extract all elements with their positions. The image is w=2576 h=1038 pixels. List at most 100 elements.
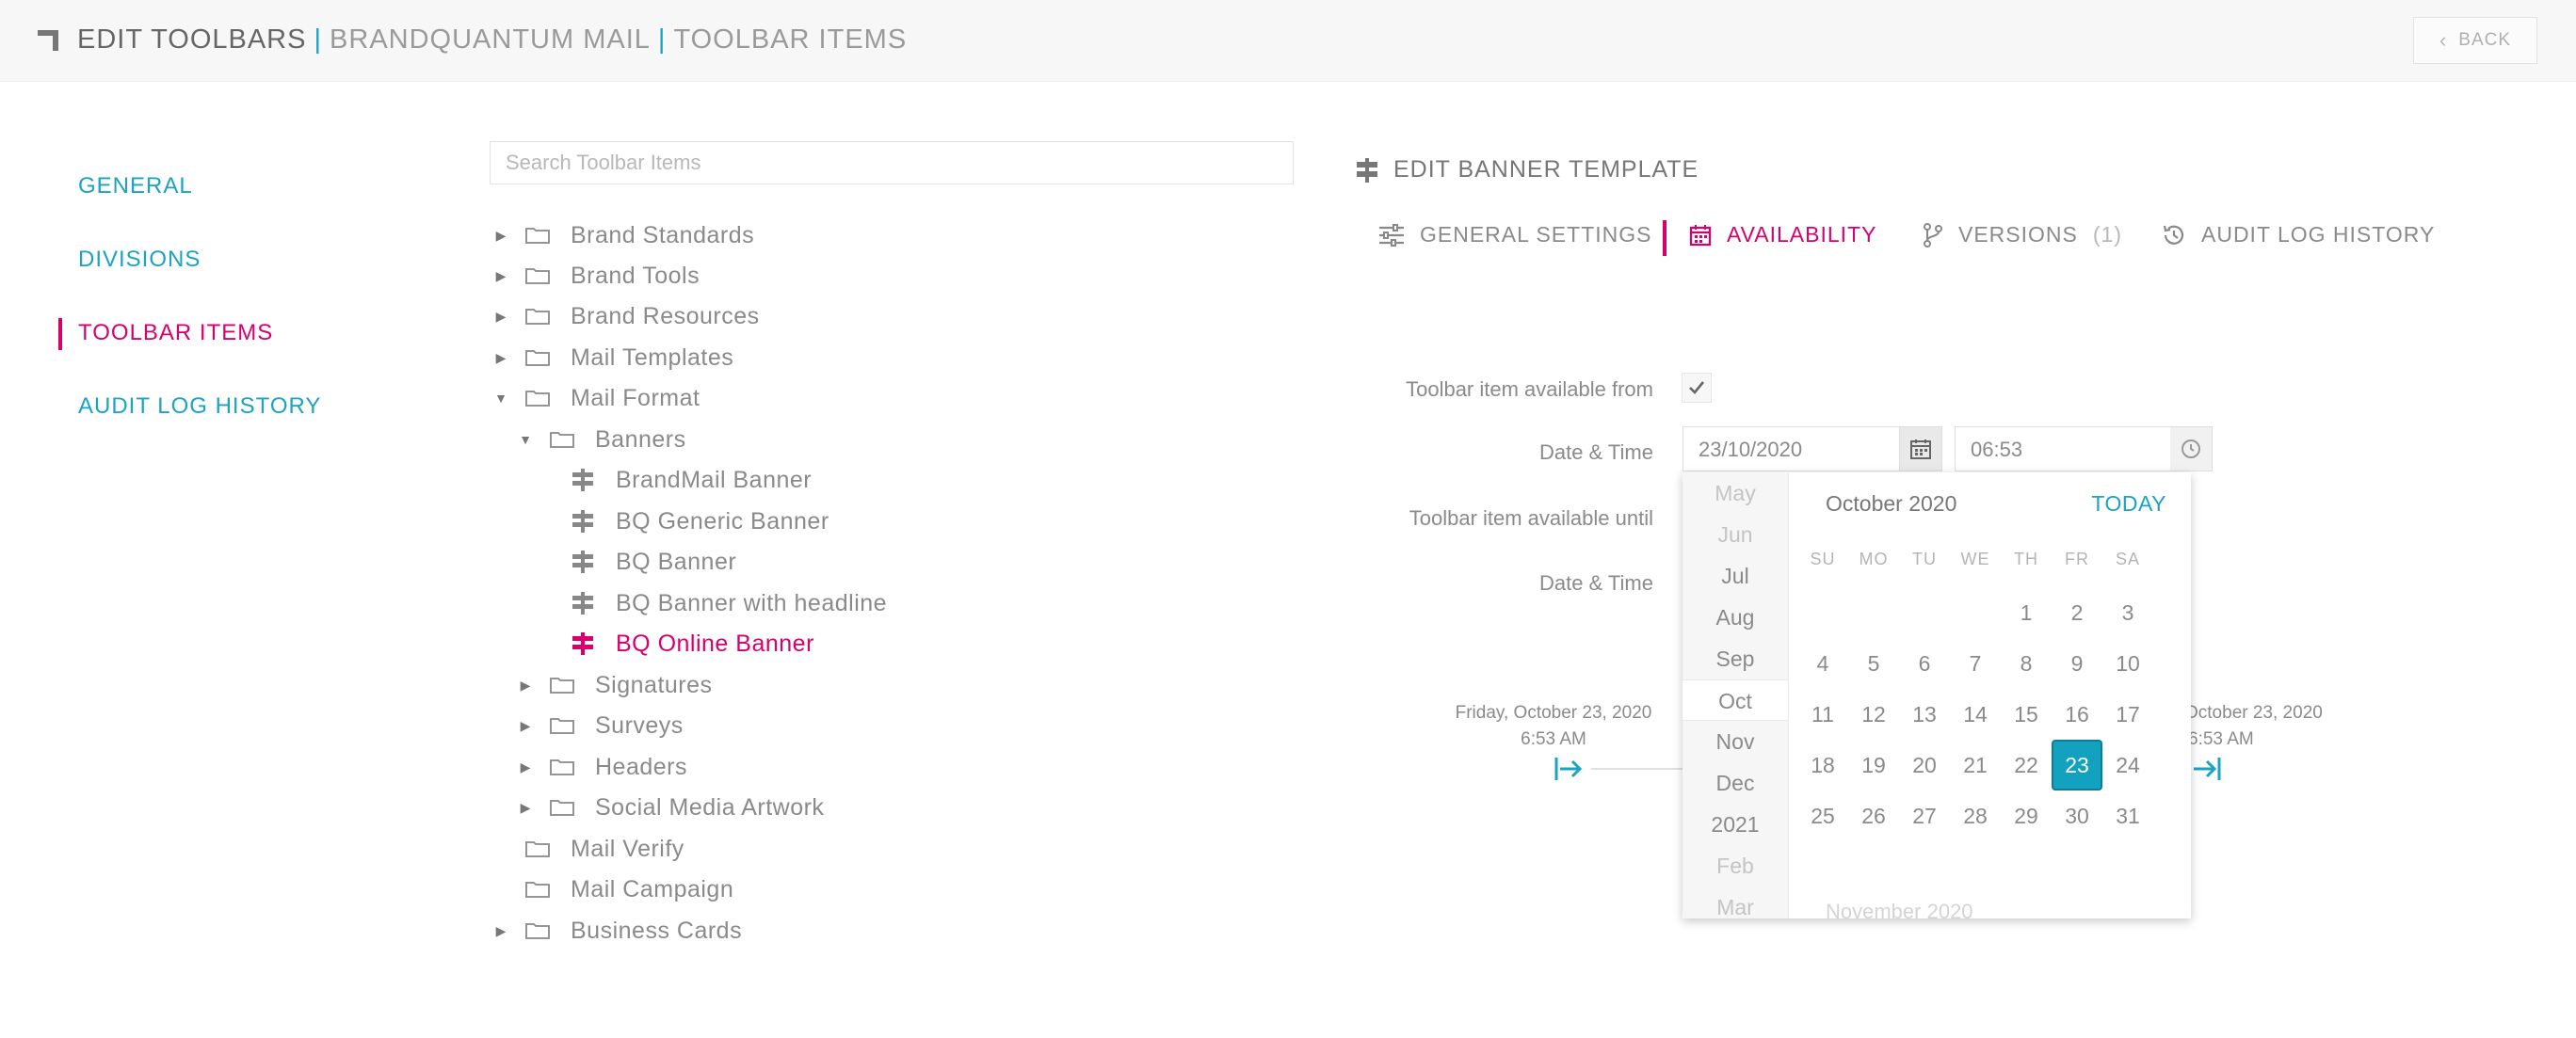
- calendar-day[interactable]: 19: [1848, 740, 1899, 790]
- tree-node[interactable]: ▶ Headers: [514, 748, 687, 786]
- calendar-day[interactable]: 4: [1797, 638, 1848, 689]
- calendar-day[interactable]: 9: [2052, 638, 2102, 689]
- expand-arrow-icon[interactable]: ▶: [490, 923, 512, 939]
- expand-arrow-icon[interactable]: ▶: [514, 800, 537, 816]
- month-option[interactable]: Sep: [1682, 638, 1788, 679]
- tab-general-settings[interactable]: GENERAL SETTINGS: [1378, 222, 1651, 248]
- calendar-day[interactable]: 27: [1899, 790, 1950, 841]
- search-input[interactable]: [490, 141, 1294, 184]
- calendar-day[interactable]: 10: [2102, 638, 2153, 689]
- sidebar-item-general[interactable]: GENERAL: [78, 173, 193, 200]
- tree-node[interactable]: BQ Banner with headline: [571, 584, 887, 622]
- expand-arrow-icon[interactable]: ▶: [490, 228, 512, 244]
- expand-arrow-icon[interactable]: ▶: [514, 718, 537, 734]
- calendar-day[interactable]: 13: [1899, 689, 1950, 740]
- tree-node-label: Brand Standards: [571, 221, 755, 248]
- tree-node[interactable]: ▶ Brand Resources: [490, 297, 760, 335]
- calendar-day[interactable]: 6: [1899, 638, 1950, 689]
- calendar-day[interactable]: 31: [2102, 790, 2153, 841]
- tree-node[interactable]: ▶ Signatures: [514, 666, 713, 704]
- timeline-line: [1591, 768, 1685, 770]
- calendar-day[interactable]: 29: [2001, 790, 2052, 841]
- tab-versions[interactable]: VERSIONS (1): [1923, 222, 2122, 248]
- tree-node[interactable]: ▶ Brand Standards: [490, 216, 754, 254]
- collapse-arrow-icon[interactable]: ▼: [490, 391, 512, 406]
- sidebar-item-divisions[interactable]: DIVISIONS: [78, 247, 201, 273]
- calendar-day[interactable]: 8: [2001, 638, 2052, 689]
- calendar-day[interactable]: 26: [1848, 790, 1899, 841]
- available-from-label: Toolbar item available from: [1406, 377, 1653, 401]
- calendar-day[interactable]: 30: [2052, 790, 2102, 841]
- folder-icon: [525, 391, 550, 407]
- year-option[interactable]: 2021: [1682, 804, 1788, 845]
- calendar-day[interactable]: 5: [1848, 638, 1899, 689]
- timeline-end-time: 6:53 AM: [2188, 729, 2254, 749]
- calendar-day[interactable]: 22: [2001, 740, 2052, 790]
- tree-node[interactable]: BrandMail Banner: [571, 461, 812, 499]
- today-button[interactable]: TODAY: [2091, 491, 2166, 517]
- tree-node[interactable]: Mail Verify: [490, 830, 684, 868]
- tree-node[interactable]: ▶ Brand Tools: [490, 257, 700, 295]
- calendar-day[interactable]: 15: [2001, 689, 2052, 740]
- calendar-day[interactable]: 3: [2102, 587, 2153, 638]
- month-option[interactable]: Mar: [1682, 886, 1788, 918]
- calendar-day[interactable]: 11: [1797, 689, 1848, 740]
- tree-node[interactable]: ▶ Business Cards: [490, 912, 742, 950]
- tab-availability[interactable]: AVAILABILITY: [1689, 222, 1876, 248]
- tree-node[interactable]: BQ Banner: [571, 543, 736, 581]
- tree-node-label: BQ Banner with headline: [616, 589, 888, 616]
- month-option[interactable]: Nov: [1682, 721, 1788, 762]
- calendar-toggle-button[interactable]: [1899, 427, 1941, 471]
- expand-arrow-icon[interactable]: ▶: [490, 350, 512, 366]
- expand-arrow-icon[interactable]: ▶: [490, 309, 512, 325]
- title-company: BRANDQUANTUM MAIL: [330, 24, 651, 55]
- calendar-day[interactable]: 28: [1950, 790, 2001, 841]
- tree-node-selected[interactable]: BQ Online Banner: [571, 625, 814, 663]
- tree-node[interactable]: ▼ Mail Format: [490, 379, 700, 417]
- tab-audit-log-history[interactable]: AUDIT LOG HISTORY: [2162, 222, 2435, 248]
- calendar-day[interactable]: 1: [2001, 587, 2052, 638]
- expand-arrow-icon[interactable]: ▶: [490, 268, 512, 284]
- calendar-day[interactable]: 21: [1950, 740, 2001, 790]
- calendar-day[interactable]: 17: [2102, 689, 2153, 740]
- month-option[interactable]: Jul: [1682, 555, 1788, 597]
- month-option-current[interactable]: Oct: [1682, 679, 1788, 721]
- month-option[interactable]: Aug: [1682, 597, 1788, 638]
- available-from-checkbox[interactable]: [1682, 373, 1712, 403]
- expand-arrow-icon[interactable]: ▶: [514, 759, 537, 775]
- sidebar-item-toolbar-items[interactable]: TOOLBAR ITEMS: [78, 320, 273, 346]
- calendar-day[interactable]: 24: [2102, 740, 2153, 790]
- calendar-day[interactable]: 20: [1899, 740, 1950, 790]
- calendar-day[interactable]: 7: [1950, 638, 2001, 689]
- expand-arrow-icon[interactable]: ▶: [514, 678, 537, 694]
- collapse-arrow-icon[interactable]: ▼: [514, 432, 537, 447]
- calendar-day[interactable]: 14: [1950, 689, 2001, 740]
- tree-node[interactable]: ▼ Banners: [514, 421, 686, 458]
- title-separator: |: [657, 24, 667, 55]
- calendar-day[interactable]: 2: [2052, 587, 2102, 638]
- tree-node[interactable]: Mail Campaign: [490, 870, 733, 908]
- tree-node-label: Social Media Artwork: [595, 793, 825, 821]
- tree-node[interactable]: ▶ Mail Templates: [490, 339, 733, 376]
- tree-node[interactable]: BQ Generic Banner: [571, 503, 829, 540]
- back-button-label: BACK: [2458, 30, 2512, 50]
- calendar-day[interactable]: 16: [2052, 689, 2102, 740]
- month-option[interactable]: Feb: [1682, 845, 1788, 886]
- calendar-day[interactable]: 25: [1797, 790, 1848, 841]
- month-option[interactable]: Jun: [1682, 514, 1788, 555]
- back-button[interactable]: ‹ BACK: [2413, 17, 2537, 64]
- signpost-icon: [1357, 157, 1377, 183]
- calendar-icon: [1689, 224, 1712, 246]
- date-input[interactable]: 23/10/2020: [1682, 426, 1942, 471]
- tree-node[interactable]: ▶ Surveys: [514, 707, 684, 744]
- month-option[interactable]: Dec: [1682, 762, 1788, 804]
- tree-node[interactable]: ▶ Social Media Artwork: [514, 789, 824, 826]
- sidebar-item-audit-log-history[interactable]: AUDIT LOG HISTORY: [78, 393, 321, 420]
- time-picker-button[interactable]: [2170, 427, 2212, 471]
- time-input[interactable]: 06:53: [1955, 426, 2213, 471]
- calendar-day[interactable]: 12: [1848, 689, 1899, 740]
- calendar-month-title: October 2020: [1826, 491, 1957, 516]
- calendar-day[interactable]: 18: [1797, 740, 1848, 790]
- calendar-day-selected[interactable]: 23: [2052, 740, 2102, 790]
- month-option[interactable]: May: [1682, 472, 1788, 514]
